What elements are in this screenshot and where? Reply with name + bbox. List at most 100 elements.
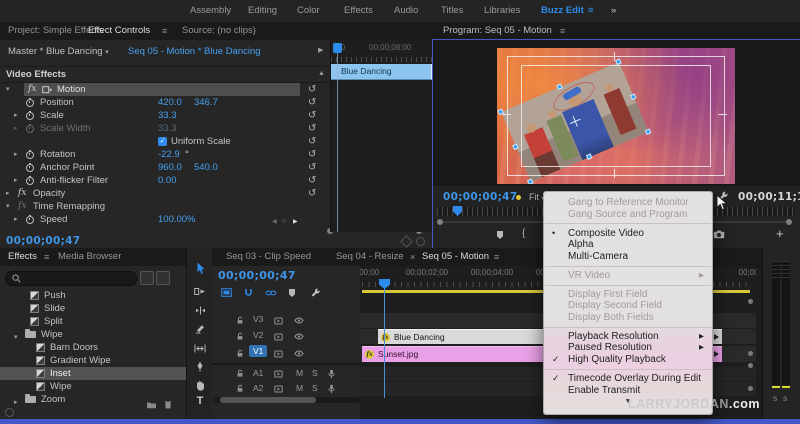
timeline-settings-wrench-icon[interactable] bbox=[311, 288, 321, 298]
ripple-edit-tool[interactable] bbox=[187, 302, 213, 319]
anchor-y-value[interactable]: 540.0 bbox=[194, 161, 218, 174]
vscrollbar-knob[interactable] bbox=[748, 386, 753, 391]
ecp-expand-icon[interactable]: ▶ bbox=[318, 46, 323, 54]
add-keyframe-icon[interactable]: ○ bbox=[282, 215, 286, 228]
vscrollbar-knob[interactable] bbox=[748, 299, 753, 304]
reset-icon[interactable]: ↺ bbox=[308, 174, 316, 187]
effect-item-inset-selected[interactable]: Inset bbox=[0, 367, 186, 380]
stopwatch-icon[interactable] bbox=[26, 215, 34, 224]
workspace-tab-audio[interactable]: Audio bbox=[394, 0, 418, 22]
menu-item-playback-resolution[interactable]: Playback Resolution ▶ bbox=[544, 331, 712, 343]
param-row-rotation[interactable]: ▸ Rotation -22.9 ° ↺ bbox=[0, 148, 330, 161]
snap-magnet-icon[interactable] bbox=[244, 288, 253, 297]
reset-icon[interactable]: ↺ bbox=[308, 148, 316, 161]
mini-ruler-ticks[interactable] bbox=[331, 57, 433, 62]
sync-lock-icon[interactable] bbox=[274, 317, 283, 325]
type-tool[interactable]: T bbox=[187, 395, 213, 412]
menu-item-composite-video[interactable]: • Composite Video bbox=[544, 228, 712, 240]
lock-icon[interactable] bbox=[236, 349, 244, 358]
sync-lock-icon[interactable] bbox=[274, 350, 283, 358]
32bit-effects-filter-icon[interactable] bbox=[156, 271, 170, 285]
add-marker-icon[interactable] bbox=[288, 288, 296, 298]
effect-item-barn-doors[interactable]: Barn Doors bbox=[0, 341, 182, 354]
param-row-scale[interactable]: ▸ Scale 33.3 ↺ bbox=[0, 109, 330, 122]
workspace-tab-effects[interactable]: Effects bbox=[344, 0, 373, 22]
button-editor-plus-icon[interactable]: + bbox=[776, 226, 784, 241]
menu-item-paused-resolution[interactable]: Paused Resolution ▶ bbox=[544, 342, 712, 354]
sync-lock-icon[interactable] bbox=[274, 333, 283, 341]
tab-effects[interactable]: Effects bbox=[8, 248, 37, 268]
position-y-value[interactable]: 346.7 bbox=[194, 96, 218, 109]
add-marker-icon[interactable] bbox=[496, 230, 504, 240]
scrollbar-knob[interactable] bbox=[786, 219, 792, 225]
menu-item-high-quality-playback[interactable]: ✓ High Quality Playback bbox=[544, 354, 712, 366]
workspace-tab-titles[interactable]: Titles bbox=[441, 0, 463, 22]
param-row-uniform-scale[interactable]: ✓ Uniform Scale ↺ bbox=[0, 135, 330, 148]
section-collapse-icon[interactable]: ▲ bbox=[318, 70, 325, 77]
lock-icon[interactable] bbox=[236, 332, 244, 341]
new-custom-bin-icon[interactable] bbox=[146, 400, 157, 409]
menu-item-timecode-overlay[interactable]: ✓ Timecode Overlay During Edit bbox=[544, 373, 712, 385]
solo-left-button[interactable]: S bbox=[773, 396, 777, 403]
tab-seq03[interactable]: Seq 03 - Clip Speed bbox=[226, 248, 311, 266]
sync-lock-icon[interactable] bbox=[274, 385, 283, 393]
lock-icon[interactable] bbox=[236, 369, 244, 378]
stopwatch-icon[interactable] bbox=[26, 150, 34, 159]
toggle-track-eye-icon[interactable] bbox=[294, 333, 304, 340]
solo-button[interactable]: S bbox=[312, 368, 318, 378]
razor-tool[interactable] bbox=[187, 321, 213, 338]
program-video-frame[interactable] bbox=[497, 48, 735, 184]
mini-playhead[interactable] bbox=[333, 43, 342, 53]
hand-tool[interactable] bbox=[187, 378, 213, 395]
track-header-a2[interactable]: A2 M S bbox=[212, 382, 360, 396]
accelerated-effects-filter-icon[interactable] bbox=[140, 271, 154, 285]
param-row-position[interactable]: Position 420.0 346.7 ↺ bbox=[0, 96, 330, 109]
effects-search-box[interactable] bbox=[5, 271, 137, 286]
menu-item-enable-transmit[interactable]: Enable Transmit bbox=[544, 385, 712, 397]
stopwatch-icon[interactable] bbox=[26, 163, 34, 172]
workspace-tab-editing[interactable]: Editing bbox=[248, 0, 277, 22]
keyframe-tool-icon[interactable] bbox=[400, 235, 413, 248]
panel-menu-icon[interactable]: ≡ bbox=[44, 248, 49, 266]
stopwatch-icon[interactable] bbox=[26, 176, 34, 185]
effect-item-wipe[interactable]: Wipe bbox=[0, 380, 182, 393]
reset-icon[interactable]: ↺ bbox=[308, 161, 316, 174]
workspace-tab-buzz-edit[interactable]: Buzz Edit bbox=[541, 0, 584, 22]
solo-right-button[interactable]: S bbox=[783, 396, 787, 403]
effect-item-split[interactable]: Split bbox=[0, 315, 182, 328]
slip-tool[interactable] bbox=[187, 340, 213, 357]
vscrollbar-knob[interactable] bbox=[748, 351, 753, 356]
mute-button[interactable]: M bbox=[296, 368, 303, 378]
panel-menu-icon[interactable]: ≡ bbox=[560, 22, 565, 40]
program-current-timecode[interactable]: 00;00;00;47 bbox=[443, 191, 517, 203]
timeline-hscrollbar-handle[interactable] bbox=[220, 397, 316, 403]
workspace-tab-assembly[interactable]: Assembly bbox=[190, 0, 231, 22]
tab-seq04[interactable]: Seq 04 - Resize bbox=[336, 248, 404, 266]
position-x-value[interactable]: 420.0 bbox=[158, 96, 182, 109]
menu-item-alpha[interactable]: Alpha bbox=[544, 239, 712, 251]
prev-keyframe-icon[interactable]: ◀ bbox=[272, 216, 277, 229]
scale-value[interactable]: 33.3 bbox=[158, 109, 177, 122]
keyframe-tool-icon[interactable] bbox=[416, 237, 425, 246]
voiceover-mic-icon[interactable] bbox=[328, 369, 335, 379]
next-keyframe-icon[interactable]: ▶ bbox=[293, 216, 298, 229]
reset-icon[interactable]: ↺ bbox=[308, 135, 316, 148]
delete-trash-icon[interactable] bbox=[164, 400, 172, 409]
rotation-value[interactable]: -22.9 bbox=[158, 148, 180, 161]
timeline-playhead[interactable] bbox=[379, 279, 390, 289]
close-tab-icon[interactable]: × bbox=[410, 248, 415, 266]
tab-effect-controls[interactable]: Effect Controls bbox=[88, 22, 151, 42]
anti-flicker-value[interactable]: 0.00 bbox=[158, 174, 177, 187]
lift-icon[interactable]: { bbox=[522, 228, 525, 239]
reset-scale-width[interactable]: ↺ bbox=[0, 122, 330, 135]
track-header-v3[interactable]: V3 bbox=[212, 313, 360, 328]
stopwatch-icon[interactable] bbox=[26, 98, 34, 107]
voiceover-mic-icon[interactable] bbox=[328, 384, 335, 394]
effect-row-opacity[interactable]: ▸ fx Opacity ↺ bbox=[0, 187, 330, 200]
reset-icon[interactable]: ↺ bbox=[308, 83, 316, 96]
effect-item-push[interactable]: Push bbox=[0, 289, 182, 302]
reset-icon[interactable]: ↺ bbox=[308, 187, 316, 200]
insert-nest-toggle-icon[interactable] bbox=[221, 288, 232, 297]
effect-item-gradient-wipe[interactable]: Gradient Wipe bbox=[0, 354, 182, 367]
anchor-x-value[interactable]: 960.0 bbox=[158, 161, 182, 174]
